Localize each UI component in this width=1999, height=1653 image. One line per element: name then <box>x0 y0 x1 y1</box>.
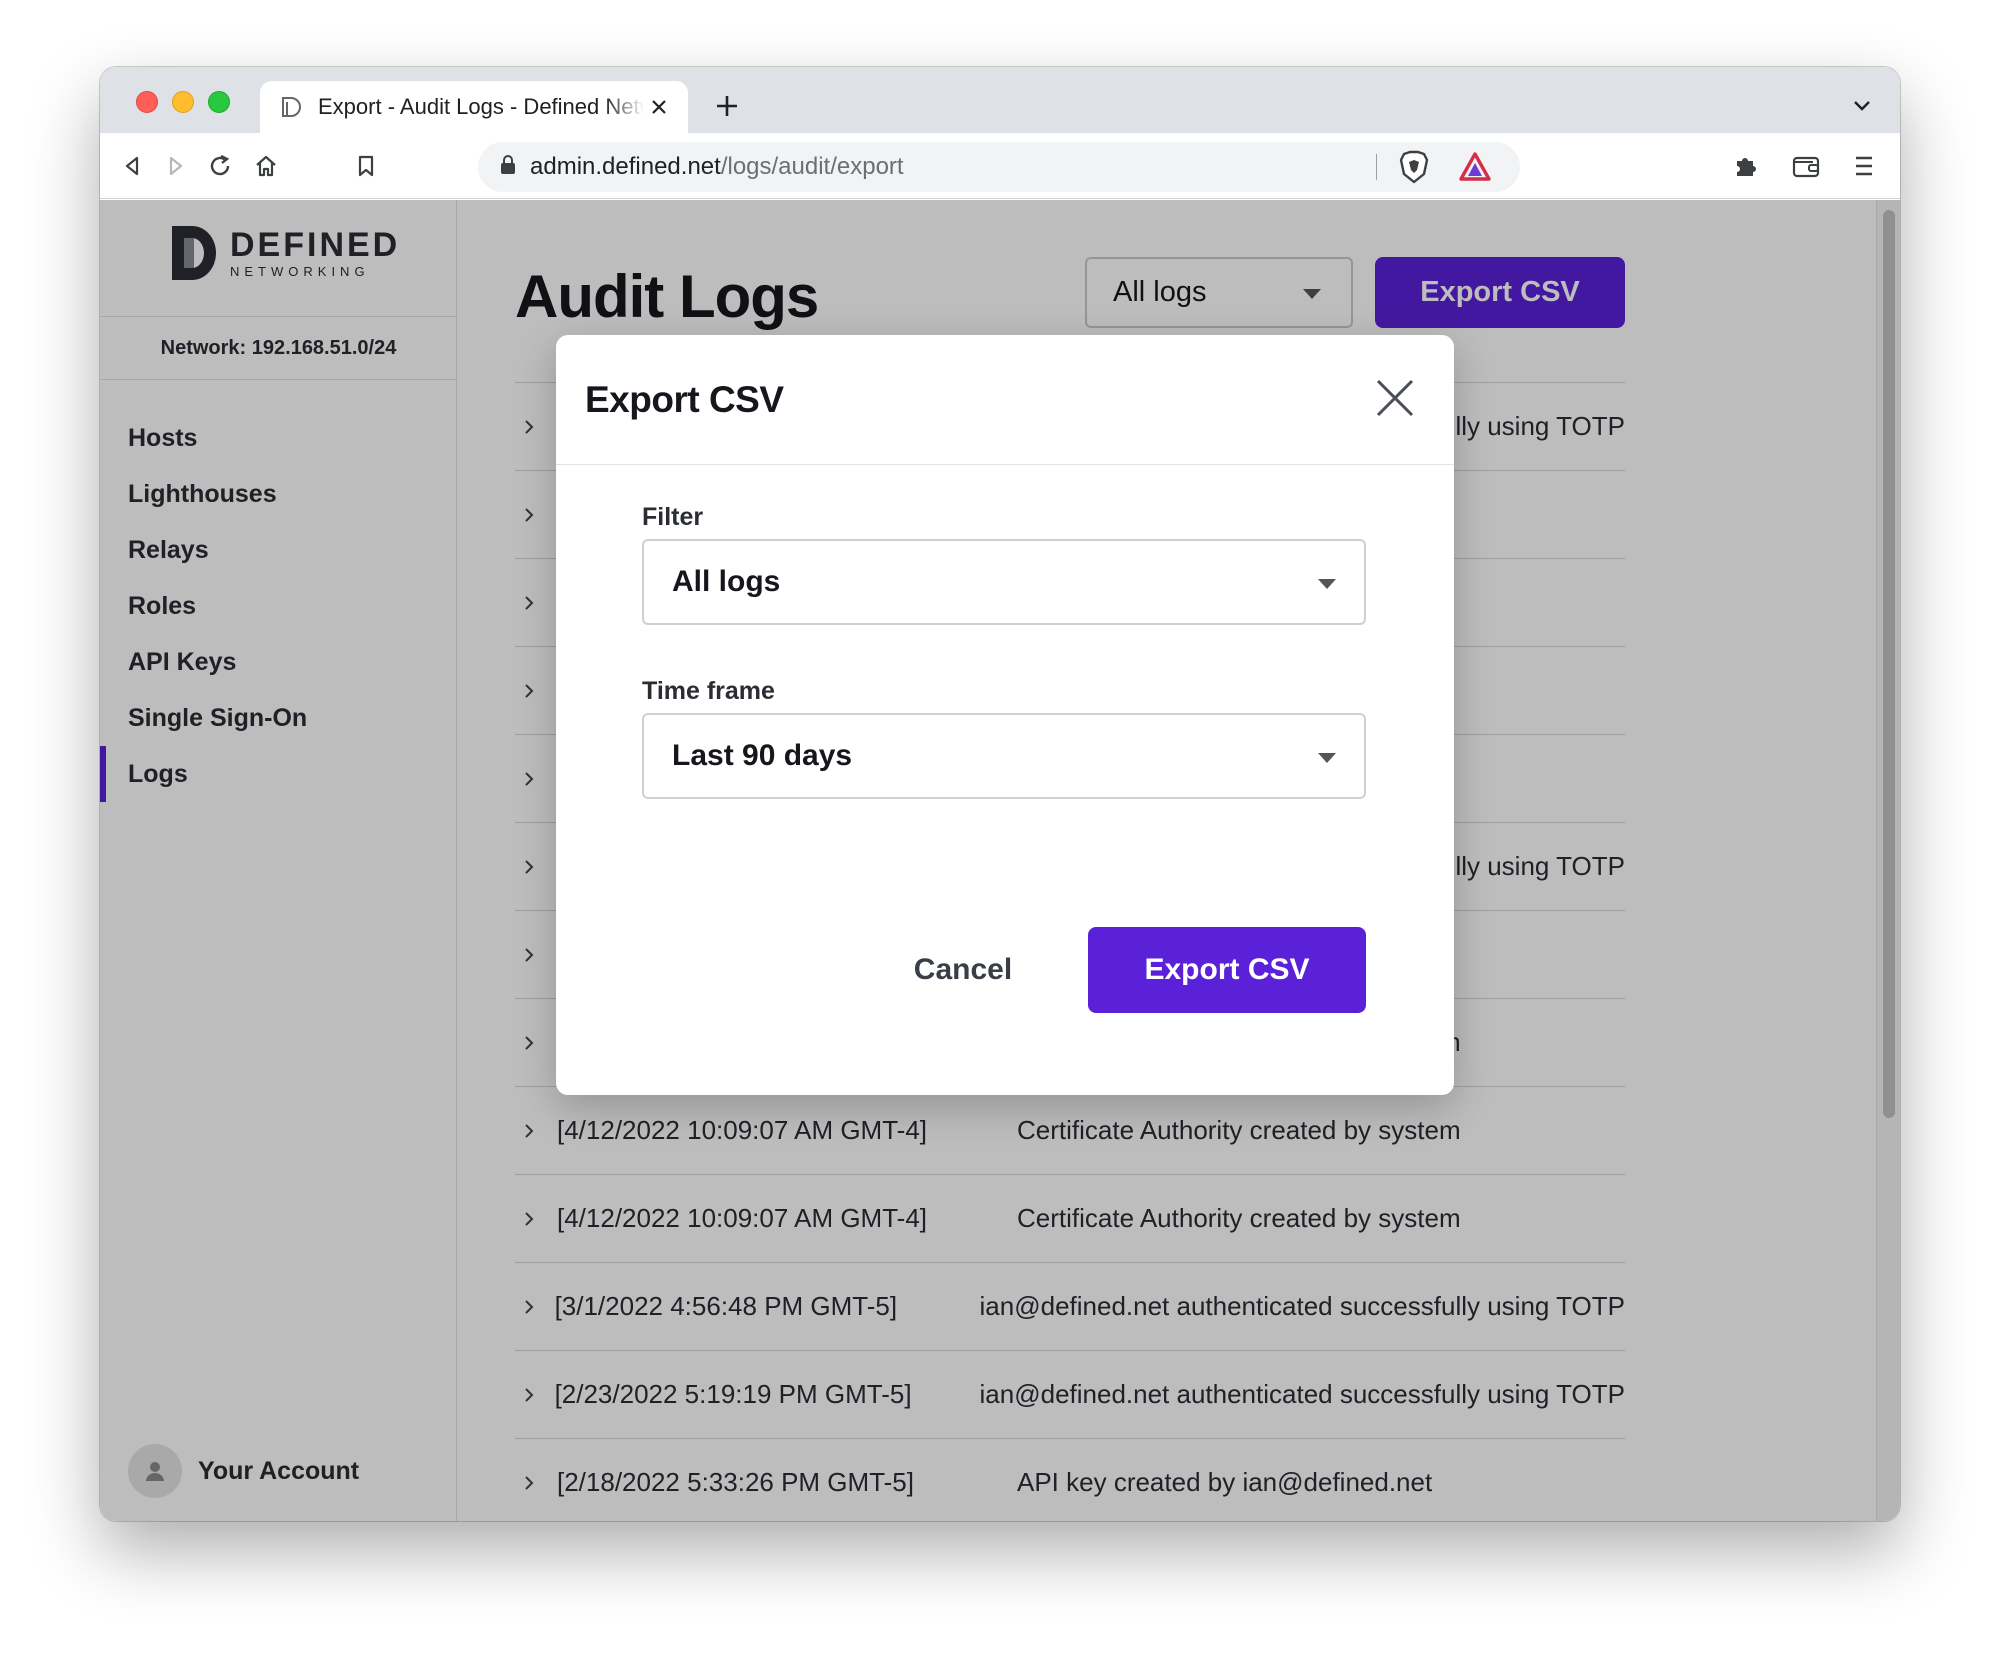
dialog-header: Export CSV <box>556 335 1454 465</box>
time-frame-label: Time frame <box>642 677 775 705</box>
forward-icon[interactable] <box>160 150 192 182</box>
dialog-export-csv-button[interactable]: Export CSV <box>1088 927 1366 1013</box>
filter-label: Filter <box>642 503 704 531</box>
close-window-button[interactable] <box>136 91 158 113</box>
minimize-window-button[interactable] <box>172 91 194 113</box>
new-tab-plus-icon[interactable] <box>710 89 744 123</box>
wallet-icon[interactable] <box>1790 150 1822 182</box>
chevron-down-icon <box>1318 579 1336 589</box>
browser-tab[interactable]: Export - Audit Logs - Defined Networking <box>260 81 688 133</box>
close-icon[interactable] <box>1370 373 1420 423</box>
lock-icon <box>500 154 516 180</box>
home-icon[interactable] <box>250 150 282 182</box>
cancel-button[interactable]: Cancel <box>888 927 1038 1013</box>
reload-icon[interactable] <box>204 150 236 182</box>
filter-select-value: All logs <box>672 565 781 598</box>
browser-window: Export - Audit Logs - Defined Networking <box>100 67 1900 1521</box>
url-text: admin.defined.net/logs/audit/export <box>530 153 904 180</box>
url-divider <box>1376 154 1377 180</box>
time-frame-select-value: Last 90 days <box>672 739 853 772</box>
extensions-puzzle-icon[interactable] <box>1730 150 1762 182</box>
export-csv-dialog: Export CSV Filter All logs Time frame La… <box>556 335 1454 1095</box>
browser-toolbar: admin.defined.net/logs/audit/export <box>100 133 1900 199</box>
chevron-down-icon <box>1318 753 1336 763</box>
defined-favicon-icon <box>278 94 304 120</box>
brave-rewards-triangle-icon[interactable] <box>1458 151 1492 188</box>
tab-bar: Export - Audit Logs - Defined Networking <box>100 67 1900 133</box>
tab-list-chevron-down-icon[interactable] <box>1850 93 1874 117</box>
tab-title: Export - Audit Logs - Defined Networking <box>318 94 644 119</box>
back-icon[interactable] <box>116 150 148 182</box>
time-frame-select[interactable]: Last 90 days <box>642 713 1366 799</box>
maximize-window-button[interactable] <box>208 91 230 113</box>
menu-icon[interactable] <box>1848 150 1880 182</box>
dialog-title: Export CSV <box>585 379 784 420</box>
tab-close-icon[interactable] <box>644 92 674 122</box>
filter-select[interactable]: All logs <box>642 539 1366 625</box>
address-bar[interactable]: admin.defined.net/logs/audit/export <box>478 142 1520 192</box>
bookmark-icon[interactable] <box>350 150 382 182</box>
brave-shield-icon[interactable] <box>1398 150 1430 189</box>
